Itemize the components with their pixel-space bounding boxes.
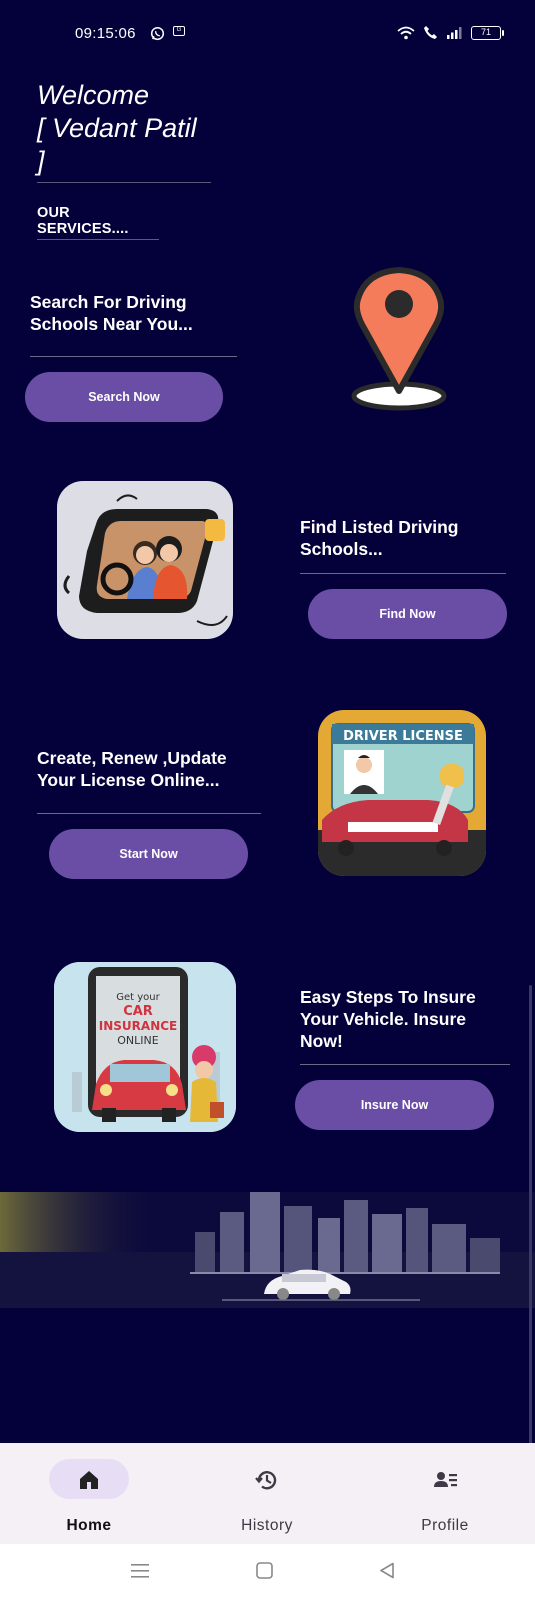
- divider: [300, 573, 506, 574]
- nav-history[interactable]: History: [178, 1443, 356, 1544]
- home-square-icon[interactable]: [256, 1562, 273, 1579]
- status-bar: 09:15:06 G 71: [0, 0, 535, 68]
- service-search-text: Search For Driving Schools Near You...: [30, 292, 193, 334]
- whatsapp-icon: [150, 26, 165, 41]
- nav-home[interactable]: Home: [0, 1443, 178, 1544]
- welcome-heading: Welcome [ Vedant Patil ]: [37, 79, 211, 183]
- history-icon: [255, 1471, 277, 1490]
- insurance-caption-1: Get your: [116, 992, 160, 1003]
- service-find-text: Find Listed Driving Schools...: [300, 517, 459, 559]
- signal-icon: [447, 27, 462, 39]
- system-navigation-bar: [0, 1544, 535, 1599]
- services-title: OUR SERVICES....: [37, 205, 159, 240]
- wifi-icon: [397, 26, 415, 39]
- service-license-text: Create, Renew ,Update Your License Onlin…: [37, 748, 227, 790]
- call-icon: [424, 26, 437, 39]
- divider: [30, 356, 237, 357]
- menu-icon[interactable]: [131, 1563, 149, 1579]
- location-pin-icon: [351, 267, 447, 411]
- nav-home-label: Home: [66, 1517, 112, 1534]
- nav-profile[interactable]: Profile: [356, 1443, 534, 1544]
- car-insurance-illustration: Get your CAR INSURANCE ONLINE: [54, 962, 236, 1132]
- service-insurance-text: Easy Steps To Insure Your Vehicle. Insur…: [300, 987, 476, 1051]
- user-name: [ Vedant Patil ]: [37, 113, 197, 176]
- back-icon[interactable]: [379, 1562, 395, 1579]
- welcome-label: Welcome: [37, 80, 150, 110]
- divider: [37, 813, 261, 814]
- insurance-caption-3: INSURANCE: [99, 1019, 177, 1033]
- home-icon: [80, 1471, 98, 1489]
- insurance-caption-4: ONLINE: [117, 1034, 158, 1047]
- driving-lesson-illustration: [57, 481, 233, 639]
- status-time: 09:15:06: [75, 25, 136, 42]
- battery-icon: 71: [471, 25, 504, 40]
- notification-icon: G: [173, 26, 185, 36]
- insurance-caption-2: CAR: [123, 1004, 153, 1019]
- nav-profile-label: Profile: [421, 1517, 469, 1534]
- bottom-navigation: Home History Profile: [0, 1443, 535, 1544]
- nav-history-label: History: [241, 1517, 293, 1534]
- profile-icon: [434, 1472, 457, 1487]
- city-skyline-illustration: [0, 1192, 535, 1308]
- divider: [300, 1064, 510, 1065]
- license-caption: DRIVER LICENSE: [343, 729, 463, 744]
- scrollbar[interactable]: [529, 985, 532, 1445]
- insure-now-button[interactable]: Insure Now: [295, 1080, 494, 1130]
- search-now-button[interactable]: Search Now: [25, 372, 223, 422]
- find-now-button[interactable]: Find Now: [308, 589, 507, 639]
- driver-license-illustration: DRIVER LICENSE: [318, 710, 486, 876]
- start-now-button[interactable]: Start Now: [49, 829, 248, 879]
